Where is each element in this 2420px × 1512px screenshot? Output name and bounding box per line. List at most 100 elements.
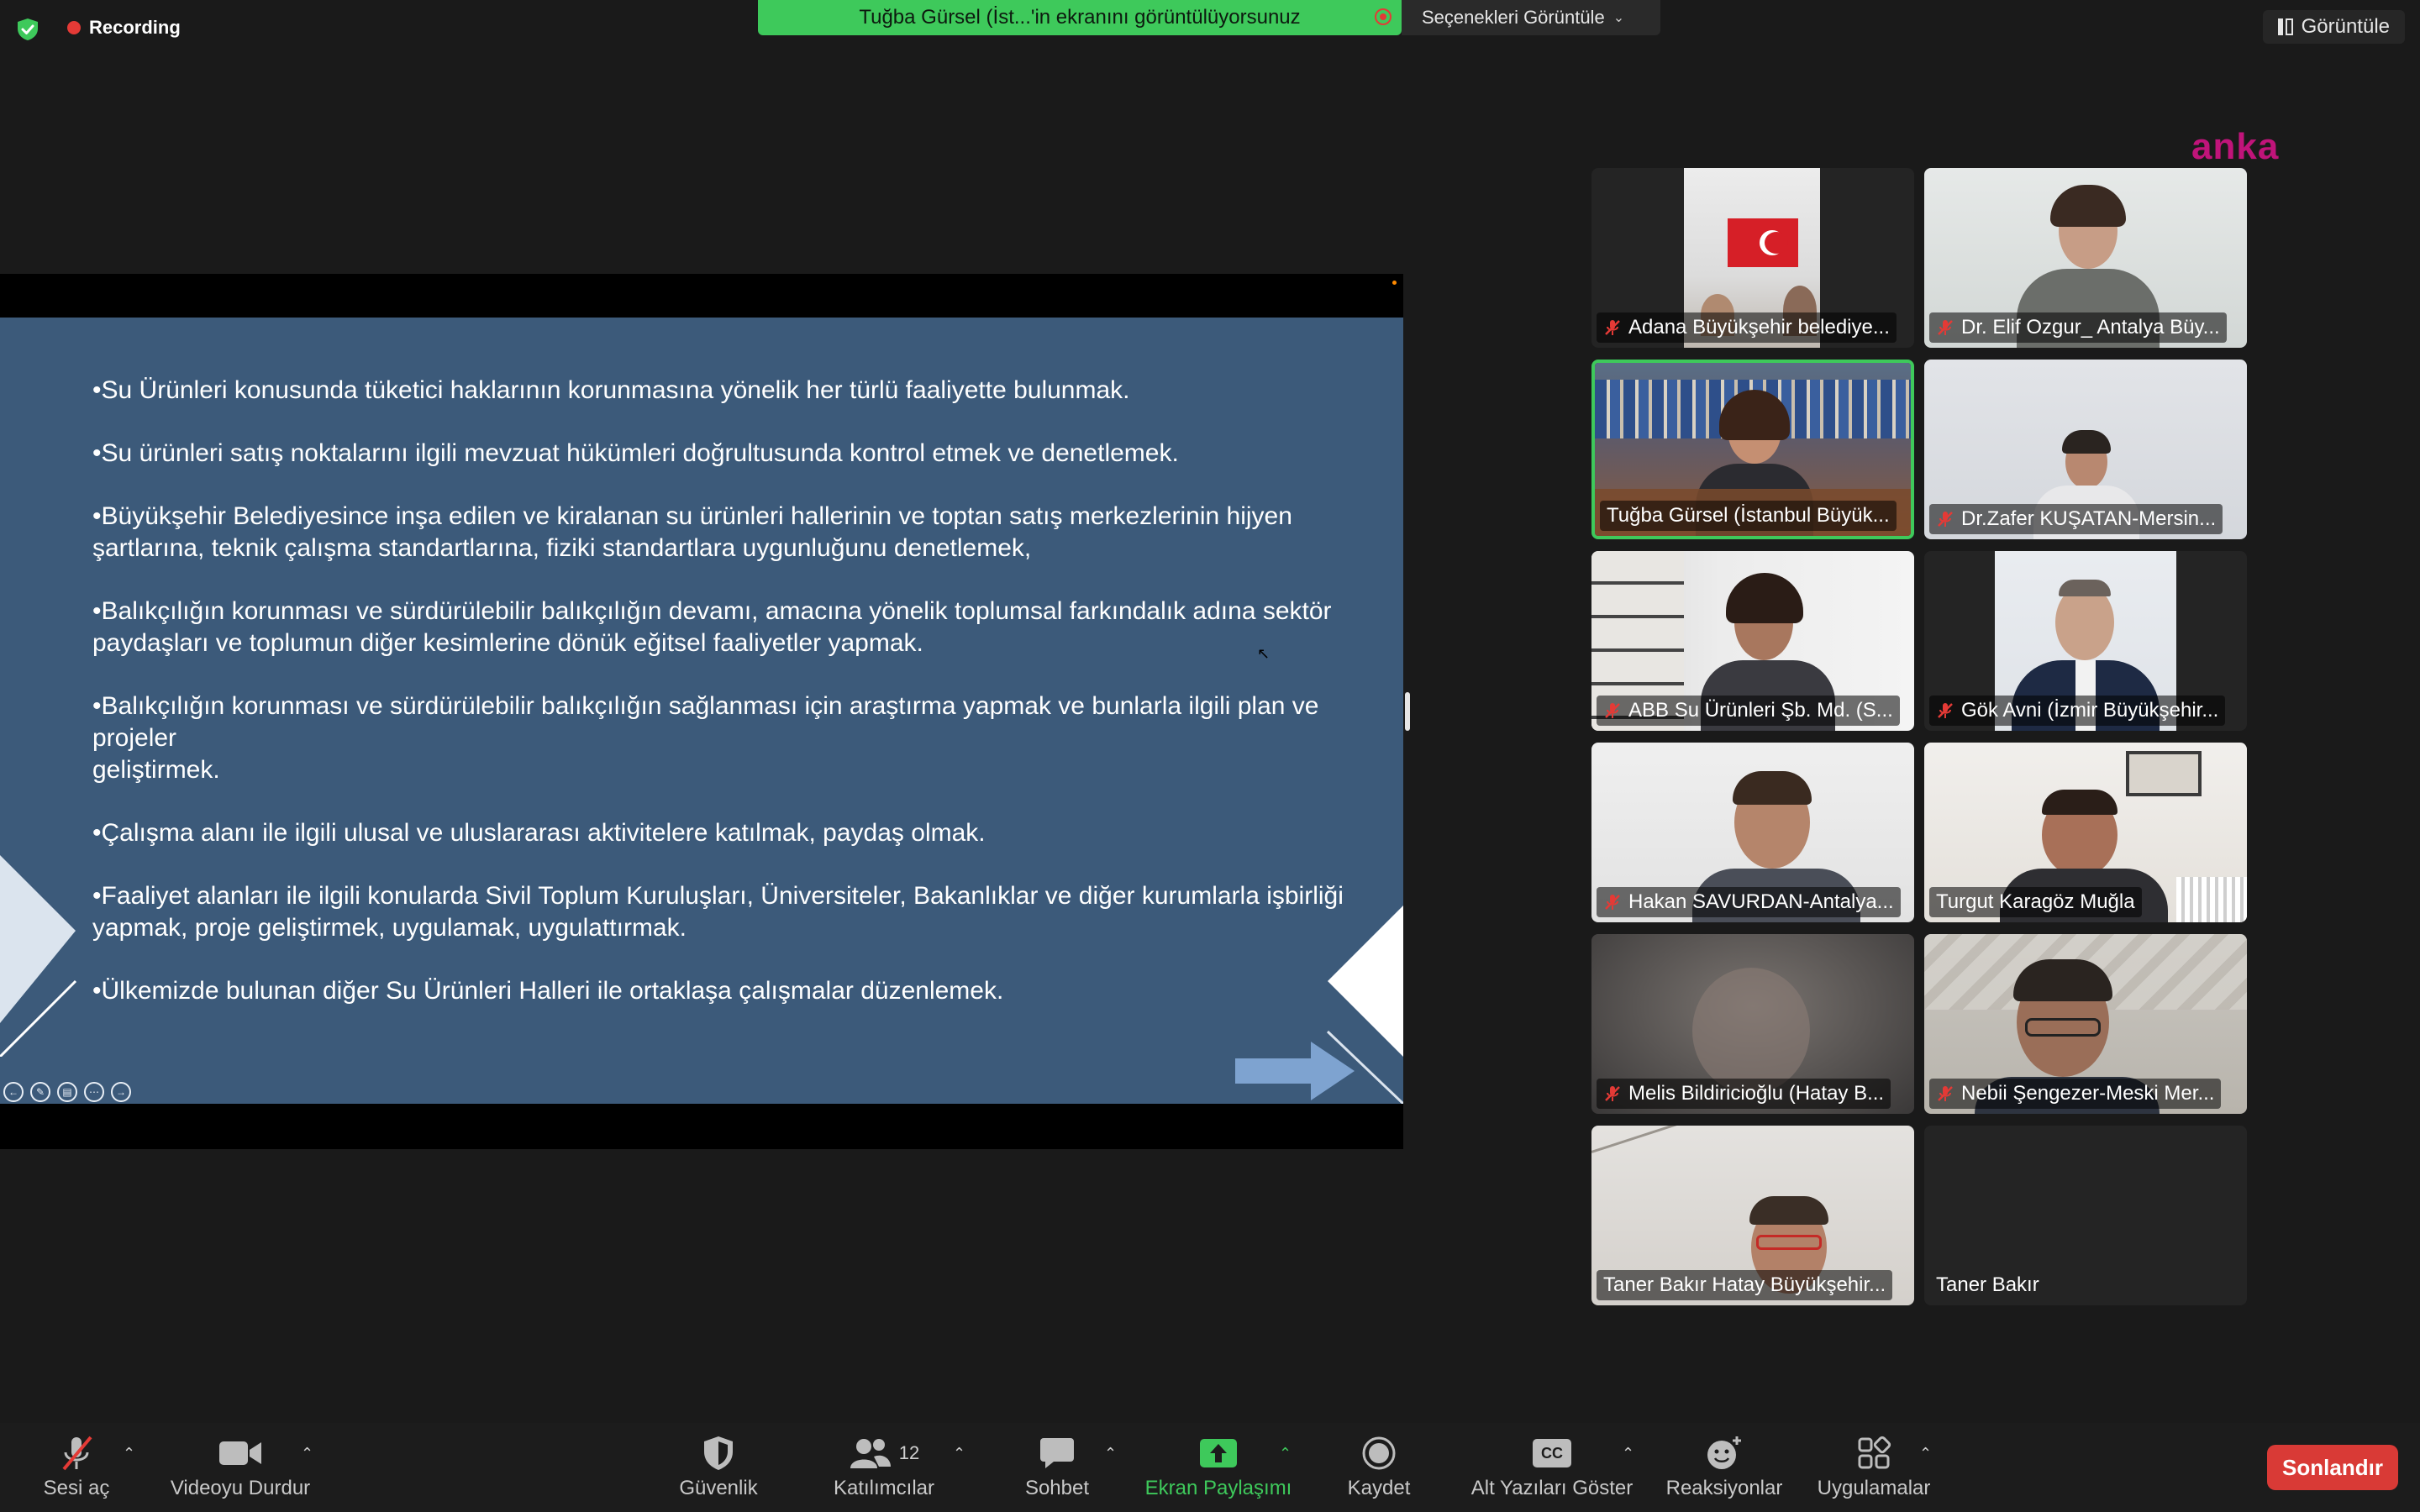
security-shield-icon (704, 1436, 733, 1470)
participant-name-tag: Taner Bakır (1929, 1270, 2046, 1300)
meeting-toolbar: Sesi aç ⌃ Videoyu Durdur ⌃ Güvenlik 12 K… (0, 1423, 2420, 1512)
muted-microphone-icon (1938, 703, 1953, 718)
reactions-button[interactable]: Reaksiyonlar (1662, 1433, 1786, 1509)
slide-bullet: •Faaliyet alanları ile ilgili konularda … (92, 882, 1344, 942)
security-button[interactable]: Güvenlik (672, 1433, 765, 1509)
audio-options-caret-icon[interactable]: ⌃ (123, 1445, 135, 1462)
slide-bullet: •Çalışma alanı ile ilgili ulusal ve ulus… (92, 819, 986, 847)
participant-gallery: Adana Büyükşehir belediye... Dr. Elif Oz… (1591, 168, 2247, 1310)
mouse-cursor-icon: ↖ (1257, 645, 1270, 662)
record-label: Kaydet (1347, 1477, 1411, 1499)
participant-name-tag: Tuğba Gürsel (İstanbul Büyük... (1600, 501, 1897, 531)
participant-tile[interactable]: Turgut Karagöz Muğla (1924, 743, 2247, 922)
participant-name-tag: Turgut Karagöz Muğla (1929, 887, 2142, 917)
participant-name: Taner Bakır (1936, 1273, 2039, 1296)
shared-screen: •Su Ürünleri konusunda tüketici hakların… (0, 274, 1403, 1149)
stop-video-label: Videoyu Durdur (170, 1477, 311, 1499)
participant-name: Hakan SAVURDAN-Antalya... (1628, 890, 1894, 913)
show-captions-button[interactable]: CC Alt Yazıları Göster (1464, 1433, 1640, 1509)
muted-microphone-icon (62, 1436, 92, 1471)
participant-tile[interactable]: Melis Bildiricioğlu (Hatay B... (1591, 934, 1914, 1114)
participant-tile[interactable]: Taner Bakır Hatay Büyükşehir... (1591, 1126, 1914, 1305)
presentation-slide: •Su Ürünleri konusunda tüketici hakların… (0, 318, 1403, 1104)
participant-name-tag: Gök Avni (İzmir Büyükşehir... (1929, 696, 2226, 726)
slide-bullet: •Su Ürünleri konusunda tüketici hakların… (92, 376, 1130, 404)
share-indicator-dot (1392, 281, 1397, 285)
slide-bullet: •Balıkçılığın korunması ve sürdürülebili… (92, 597, 1332, 657)
chat-options-caret-icon[interactable]: ⌃ (1104, 1445, 1117, 1462)
apps-options-caret-icon[interactable]: ⌃ (1919, 1445, 1932, 1462)
slide-bullet: •Büyükşehir Belediyesince inşa edilen ve… (92, 502, 1292, 562)
unmute-label: Sesi aç (43, 1477, 110, 1499)
video-options-caret-icon[interactable]: ⌃ (301, 1445, 313, 1462)
chat-button[interactable]: Sohbet (1015, 1433, 1099, 1509)
reactions-label: Reaksiyonlar (1665, 1477, 1783, 1499)
view-options-button[interactable]: Seçenekleri Görüntüle ⌄ (1402, 0, 1660, 35)
participants-options-caret-icon[interactable]: ⌃ (953, 1445, 965, 1462)
unmute-button[interactable]: Sesi aç (37, 1433, 116, 1509)
chat-label: Sohbet (1024, 1477, 1090, 1499)
muted-microphone-icon (1605, 703, 1620, 718)
view-button[interactable]: Görüntüle (2262, 10, 2405, 44)
participant-name-tag: ABB Su Ürünleri Şb. Md. (S... (1597, 696, 1900, 726)
participant-name: Gök Avni (İzmir Büyükşehir... (1961, 699, 2219, 722)
participant-name-tag: Dr. Elif Ozgur_ Antalya Büy... (1929, 312, 2227, 343)
muted-microphone-icon (1605, 1086, 1620, 1101)
stop-share-icon[interactable] (1375, 8, 1392, 25)
slide-controls: ← ✎ ▤ ⋯ → (3, 1082, 131, 1102)
record-button[interactable]: Kaydet (1339, 1433, 1418, 1509)
more-options-icon[interactable]: ⋯ (84, 1082, 104, 1102)
muted-microphone-icon (1938, 1086, 1953, 1101)
slide-bullet: •Su ürünleri satış noktalarını ilgili me… (92, 439, 1179, 467)
participant-tile[interactable]: Nebii Şengezer-Meski Mer... (1924, 934, 2247, 1114)
participant-name-tag: Melis Bildiricioğlu (Hatay B... (1597, 1079, 1891, 1109)
participant-tile[interactable]: Dr.Zafer KUŞATAN-Mersin... (1924, 360, 2247, 539)
next-slide-icon[interactable]: → (111, 1082, 131, 1102)
panel-resize-handle[interactable] (1405, 692, 1410, 731)
participants-icon (850, 1439, 891, 1468)
share-options-caret-icon[interactable]: ⌃ (1279, 1445, 1292, 1462)
security-label: Güvenlik (679, 1477, 758, 1499)
previous-slide-icon[interactable]: ← (3, 1082, 24, 1102)
reactions-smiley-icon (1707, 1436, 1741, 1469)
slide-next-arrow-icon (1235, 1042, 1355, 1100)
security-shield-icon[interactable] (15, 17, 40, 42)
share-screen-icon (1200, 1439, 1237, 1467)
participant-name-tag: Nebii Şengezer-Meski Mer... (1929, 1079, 2222, 1109)
video-camera-icon (219, 1441, 261, 1465)
participant-tile[interactable]: ABB Su Ürünleri Şb. Md. (S... (1591, 551, 1914, 731)
participant-name-tag: Adana Büyükşehir belediye... (1597, 312, 1897, 343)
end-meeting-button[interactable]: Sonlandır (2267, 1445, 2398, 1490)
slide-bullet: •Ülkemizde bulunan diğer Su Ürünleri Hal… (92, 977, 1004, 1005)
participants-label: Katılımcılar (833, 1477, 935, 1499)
share-screen-button[interactable]: Ekran Paylaşımı (1143, 1433, 1294, 1509)
participant-name-tag: Dr.Zafer KUŞATAN-Mersin... (1929, 504, 2223, 534)
stop-video-button[interactable]: Videoyu Durdur (165, 1433, 316, 1509)
muted-microphone-icon (1605, 320, 1620, 335)
participant-tile[interactable]: Gök Avni (İzmir Büyükşehir... (1924, 551, 2247, 731)
subtitles-icon[interactable]: ▤ (57, 1082, 77, 1102)
captions-options-caret-icon[interactable]: ⌃ (1622, 1445, 1634, 1462)
participant-name-tag: Taner Bakır Hatay Büyükşehir... (1597, 1270, 1893, 1300)
participants-button[interactable]: 12 Katılımcılar (829, 1433, 939, 1509)
view-options-label: Seçenekleri Görüntüle (1422, 7, 1605, 28)
participant-tile[interactable]: Taner Bakır (1924, 1126, 2247, 1305)
apps-label: Uygulamalar (1817, 1477, 1931, 1499)
recording-indicator[interactable]: Recording (67, 15, 181, 40)
participant-tile[interactable]: Dr. Elif Ozgur_ Antalya Büy... (1924, 168, 2247, 348)
participant-name: Tuğba Gürsel (İstanbul Büyük... (1607, 504, 1890, 527)
anka-watermark-logo: anka (2191, 126, 2280, 167)
participant-tile[interactable]: Adana Büyükşehir belediye... (1591, 168, 1914, 348)
zoom-meeting-window: Recording Tuğba Gürsel (İst...'in ekranı… (0, 0, 2420, 1512)
screen-share-banner: Tuğba Gürsel (İst...'in ekranını görüntü… (758, 0, 1402, 35)
share-banner-text: Tuğba Gürsel (İst...'in ekranını görüntü… (859, 6, 1301, 29)
pen-icon[interactable]: ✎ (30, 1082, 50, 1102)
participant-name: Dr.Zafer KUŞATAN-Mersin... (1961, 507, 2217, 530)
muted-microphone-icon (1938, 320, 1953, 335)
participant-name: Turgut Karagöz Muğla (1936, 890, 2135, 913)
participant-name: Nebii Şengezer-Meski Mer... (1961, 1082, 2215, 1105)
participant-tile[interactable]: Hakan SAVURDAN-Antalya... (1591, 743, 1914, 922)
participant-name: Melis Bildiricioğlu (Hatay B... (1628, 1082, 1885, 1105)
chevron-down-icon: ⌄ (1612, 11, 1625, 25)
participant-tile-active-speaker[interactable]: Tuğba Gürsel (İstanbul Büyük... (1591, 360, 1914, 539)
